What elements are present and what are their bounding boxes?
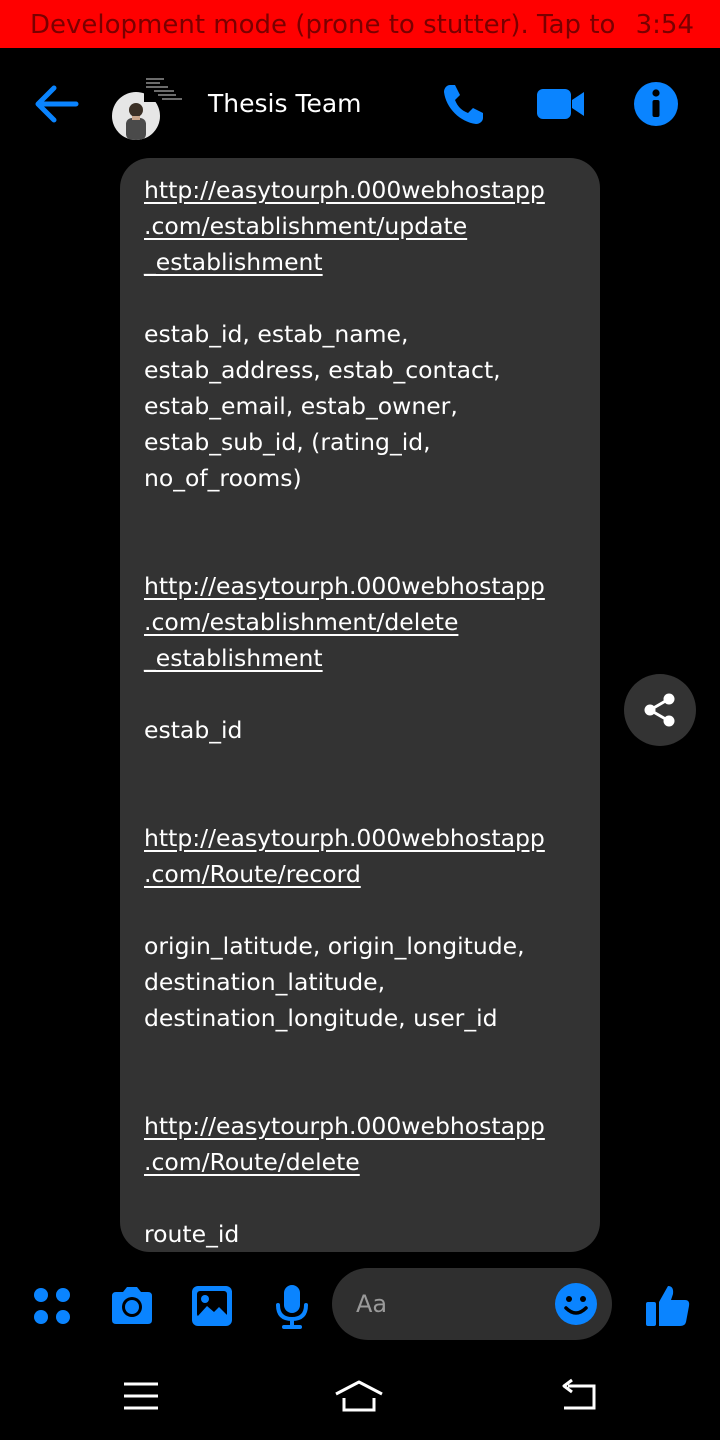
link-line: .com/Route/delete [144,1148,360,1176]
back-nav-icon[interactable] [556,1374,606,1418]
link-line: http://easytourph.000webhostapp [144,572,545,600]
message-block: http://easytourph.000webhostapp .com/Rou… [144,1108,576,1252]
share-icon [644,693,675,727]
video-call-icon[interactable] [536,80,584,128]
chat-header: Thesis Team [0,48,720,160]
link-line: http://easytourph.000webhostapp [144,1112,545,1140]
menu-dots-icon[interactable] [28,1282,76,1330]
link-line: http://easytourph.000webhostapp [144,824,545,852]
link-line: _establishment [144,248,323,276]
message-params: estab_id, estab_name, estab_address, est… [144,320,501,492]
emoji-icon[interactable] [554,1282,598,1326]
info-icon[interactable] [632,80,680,128]
message-params: estab_id [144,716,243,744]
gallery-icon[interactable] [188,1282,236,1330]
recents-icon[interactable] [116,1374,166,1418]
message-link[interactable]: http://easytourph.000webhostapp .com/Rou… [144,1108,576,1180]
message-block: http://easytourph.000webhostapp .com/est… [144,568,576,748]
link-line: .com/establishment/update [144,212,468,240]
message-params: origin_latitude, origin_longitude, desti… [144,932,525,1032]
link-line: .com/Route/record [144,860,361,888]
chat-title[interactable]: Thesis Team [208,86,362,122]
system-navigation-bar [0,1352,720,1440]
dev-mode-message: Development mode (prone to stutter). Tap… [30,10,618,40]
back-arrow-icon[interactable] [32,82,80,126]
message-composer: Aa [0,1262,720,1352]
link-line: http://easytourph.000webhostapp [144,176,545,204]
message-params: route_id [144,1220,240,1248]
microphone-icon[interactable] [268,1282,316,1330]
message-block: http://easytourph.000webhostapp .com/Rou… [144,820,576,1036]
message-block: http://easytourph.000webhostapp .com/est… [144,172,576,496]
thumbs-up-icon[interactable] [644,1282,692,1330]
avatar-caption-image [144,76,184,102]
dev-mode-banner[interactable]: Development mode (prone to stutter). Tap… [0,0,720,48]
camera-icon[interactable] [108,1282,156,1330]
message-input-placeholder: Aa [356,1290,388,1318]
message-link[interactable]: http://easytourph.000webhostapp .com/Rou… [144,820,576,892]
share-button[interactable] [624,674,696,746]
message-link[interactable]: http://easytourph.000webhostapp .com/est… [144,568,576,676]
message-link[interactable]: http://easytourph.000webhostapp .com/est… [144,172,576,280]
message-input[interactable]: Aa [332,1268,612,1340]
link-line: _establishment [144,644,323,672]
phone-call-icon[interactable] [440,80,488,128]
message-bubble[interactable]: http://easytourph.000webhostapp .com/est… [120,158,600,1252]
link-line: .com/establishment/delete [144,608,459,636]
status-time: 3:54 [635,10,694,40]
home-icon[interactable] [334,1374,384,1418]
